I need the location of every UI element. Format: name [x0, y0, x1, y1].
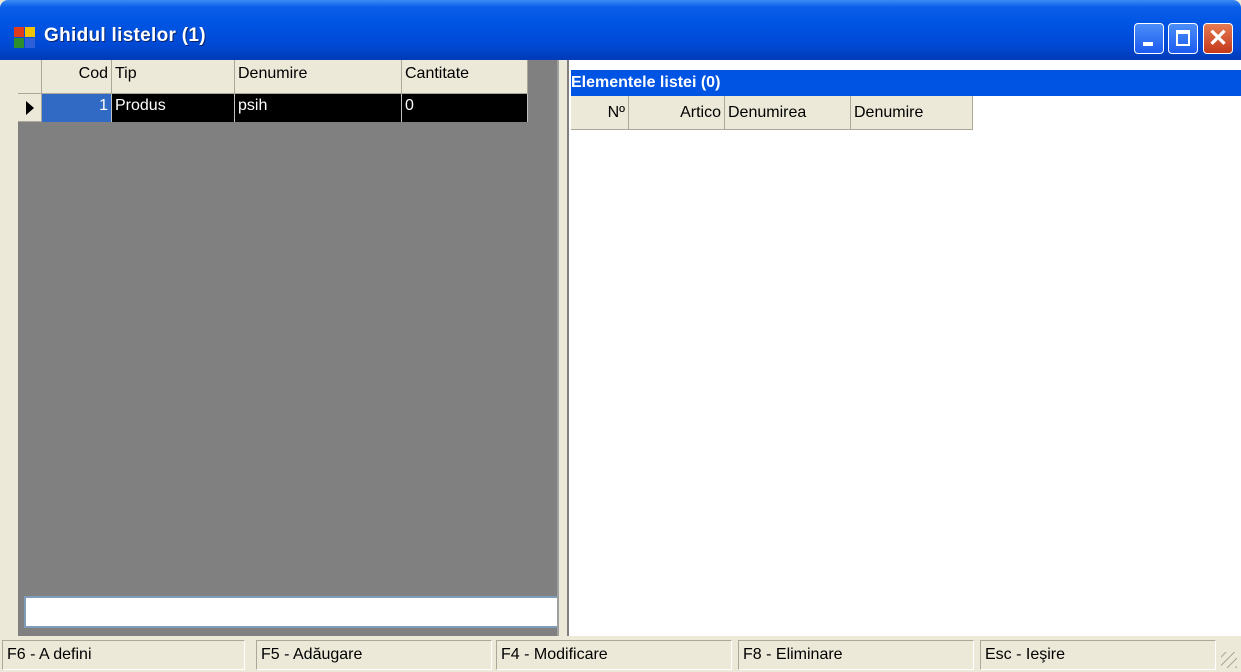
- resize-grip-icon[interactable]: [1221, 652, 1237, 668]
- maximize-icon: [1176, 30, 1190, 46]
- app-grid-icon: [14, 27, 36, 49]
- title-bar[interactable]: Ghidul listelor (1) ✕: [0, 0, 1241, 60]
- panel-splitter[interactable]: [559, 60, 569, 636]
- lists-grid-header: Cod Tip Denumire Cantitate: [18, 60, 528, 94]
- close-button[interactable]: ✕: [1203, 23, 1233, 54]
- minimize-icon: [1143, 42, 1153, 46]
- status-esc-exit[interactable]: Esc - Ieşire: [980, 640, 1216, 670]
- column-header-articol[interactable]: Artico: [629, 96, 725, 130]
- maximize-button[interactable]: [1168, 23, 1198, 54]
- table-row[interactable]: 1 Produs psih 0: [18, 94, 528, 122]
- row-header-corner: [18, 60, 42, 94]
- cell-cantitate[interactable]: 0: [402, 94, 528, 122]
- column-header-nr[interactable]: Nº: [571, 96, 629, 130]
- column-header-tip[interactable]: Tip: [112, 60, 235, 94]
- cell-denumire[interactable]: psih: [235, 94, 402, 122]
- status-f8-delete[interactable]: F8 - Eliminare: [738, 640, 974, 670]
- column-header-denumire[interactable]: Denumire: [235, 60, 402, 94]
- close-icon: ✕: [1207, 25, 1229, 52]
- list-elements-panel: Elementele listei (0) Nº Artico Denumire…: [569, 60, 1241, 636]
- status-f4-modify[interactable]: F4 - Modificare: [496, 640, 732, 670]
- main-window: Ghidul listelor (1) ✕ Cod Tip Denumire C…: [0, 0, 1241, 672]
- current-row-arrow-icon: [26, 101, 34, 115]
- column-header-denumirea[interactable]: Denumirea: [725, 96, 851, 130]
- status-f5-add[interactable]: F5 - Adăugare: [256, 640, 492, 670]
- list-elements-grid-header: Nº Artico Denumirea Denumire: [571, 96, 973, 130]
- column-header-denumire-2[interactable]: Denumire: [851, 96, 973, 130]
- cell-cod[interactable]: 1: [42, 94, 112, 122]
- lists-panel: Cod Tip Denumire Cantitate 1 Produs psih…: [14, 60, 561, 636]
- status-bar: F6 - A defini F5 - Adăugare F4 - Modific…: [0, 636, 1241, 672]
- window-title: Ghidul listelor (1): [44, 25, 206, 46]
- status-f6-define[interactable]: F6 - A defini: [2, 640, 245, 670]
- minimize-button[interactable]: [1134, 23, 1164, 54]
- column-header-cantitate[interactable]: Cantitate: [402, 60, 528, 94]
- row-selector[interactable]: [18, 94, 42, 122]
- list-elements-title: Elementele listei (0): [571, 70, 1241, 96]
- column-header-cod[interactable]: Cod: [42, 60, 112, 94]
- cell-tip[interactable]: Produs: [112, 94, 235, 122]
- filter-input[interactable]: [24, 596, 561, 628]
